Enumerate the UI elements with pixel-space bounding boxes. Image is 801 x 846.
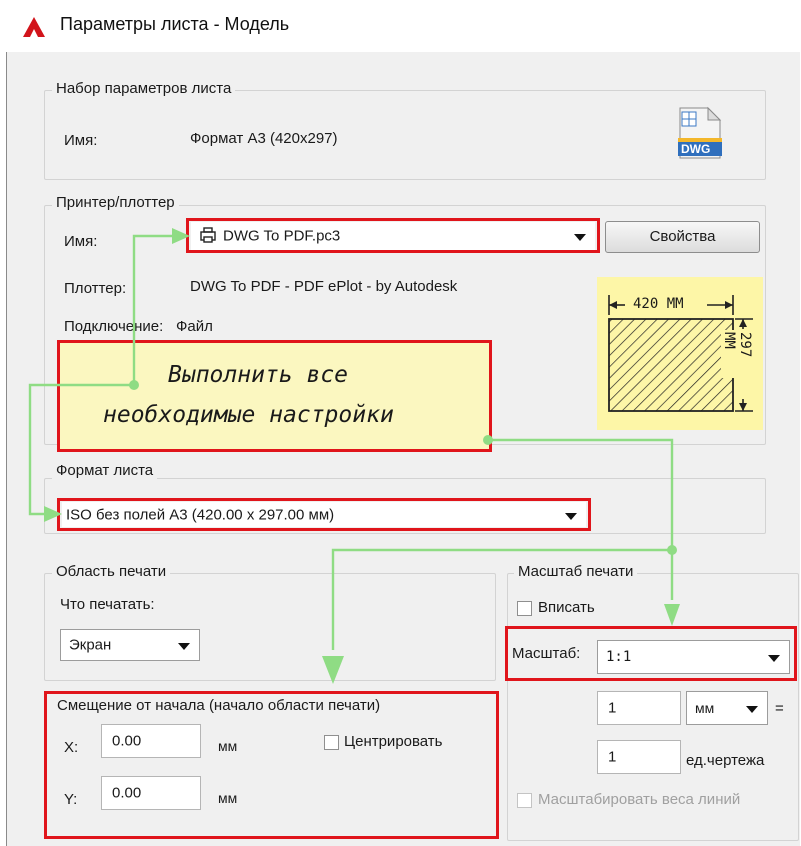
annotation-note [57, 340, 492, 452]
printer-selected-value: DWG To PDF.pc3 [223, 227, 341, 245]
page-setup-group [44, 90, 766, 180]
scale-value1-input[interactable]: 1 [597, 691, 681, 725]
chevron-down-icon [178, 643, 190, 650]
drawing-units-label: ед.чертежа [686, 752, 765, 769]
scale-value: 1:1 [606, 649, 632, 665]
scale-value2: 1 [608, 748, 617, 766]
page-setup-name-label: Имя: [64, 132, 98, 149]
annotation-line2: необходимые настройки [103, 402, 394, 428]
chevron-down-icon [768, 655, 780, 662]
offset-y-value: 0.00 [112, 784, 142, 802]
connection-label: Подключение: [64, 318, 164, 335]
dwg-file-icon-label: DWG [681, 142, 711, 156]
scale-value2-input[interactable]: 1 [597, 740, 681, 774]
offset-x-input[interactable]: 0.00 [101, 724, 201, 758]
paper-height-label: 297 ММ [721, 330, 753, 378]
page-setup-legend: Набор параметров листа [52, 80, 236, 97]
printer-name-label: Имя: [64, 233, 98, 250]
chevron-down-icon [746, 706, 758, 713]
annotation-line1: Выполнить все [168, 362, 349, 388]
chevron-down-icon [565, 512, 577, 520]
plot-scale-legend: Масштаб печати [514, 563, 638, 580]
offset-y-input[interactable]: 0.00 [101, 776, 201, 810]
plotter-label: Плоттер: [64, 280, 127, 297]
offset-legend: Смещение от начала (начало области печат… [57, 697, 381, 714]
chevron-down-icon [574, 234, 586, 241]
center-label: Центрировать [344, 733, 443, 750]
scale-lineweights-checkbox[interactable] [517, 793, 532, 808]
equals-sign: = [775, 700, 784, 717]
paper-size-value: ISO без полей А3 (420.00 x 297.00 мм) [66, 506, 335, 523]
plot-area-legend: Область печати [52, 563, 171, 580]
plot-what-select[interactable]: Экран [60, 629, 200, 661]
printer-icon [199, 226, 217, 244]
offset-y-label: Y: [64, 791, 78, 808]
paper-size-select[interactable]: ISO без полей А3 (420.00 x 297.00 мм) [62, 502, 586, 527]
printer-legend: Принтер/плоттер [52, 194, 179, 211]
window-title: Параметры листа - Модель [60, 14, 290, 34]
plot-what-label: Что печатать: [60, 596, 155, 613]
autocad-logo-icon [23, 17, 45, 37]
connection-value: Файл [176, 318, 213, 335]
page-setup-name-value: Формат А3 (420x297) [190, 130, 338, 147]
scale-select[interactable]: 1:1 [597, 640, 790, 674]
scale-label: Масштаб: [512, 645, 581, 662]
printer-select[interactable]: DWG To PDF.pc3 [191, 222, 595, 250]
center-checkbox[interactable] [324, 735, 339, 750]
scale-unit-select[interactable]: мм [686, 691, 768, 725]
scale-unit-value: мм [695, 700, 715, 716]
plot-what-value: Экран [69, 636, 112, 654]
offset-y-unit: мм [218, 790, 238, 806]
plotter-value: DWG To PDF - PDF ePlot - by Autodesk [190, 278, 458, 295]
properties-button[interactable]: Свойства [605, 221, 760, 253]
offset-x-value: 0.00 [112, 732, 142, 750]
offset-x-label: X: [64, 739, 79, 756]
scale-value1: 1 [608, 699, 617, 717]
plot-area-group [44, 573, 496, 681]
fit-label: Вписать [538, 599, 595, 616]
paper-size-legend: Формат листа [52, 462, 158, 479]
fit-checkbox[interactable] [517, 601, 532, 616]
scale-lineweights-label: Масштабировать веса линий [538, 791, 741, 808]
offset-x-unit: мм [218, 738, 238, 754]
paper-width-label: 420 ММ [631, 296, 686, 312]
